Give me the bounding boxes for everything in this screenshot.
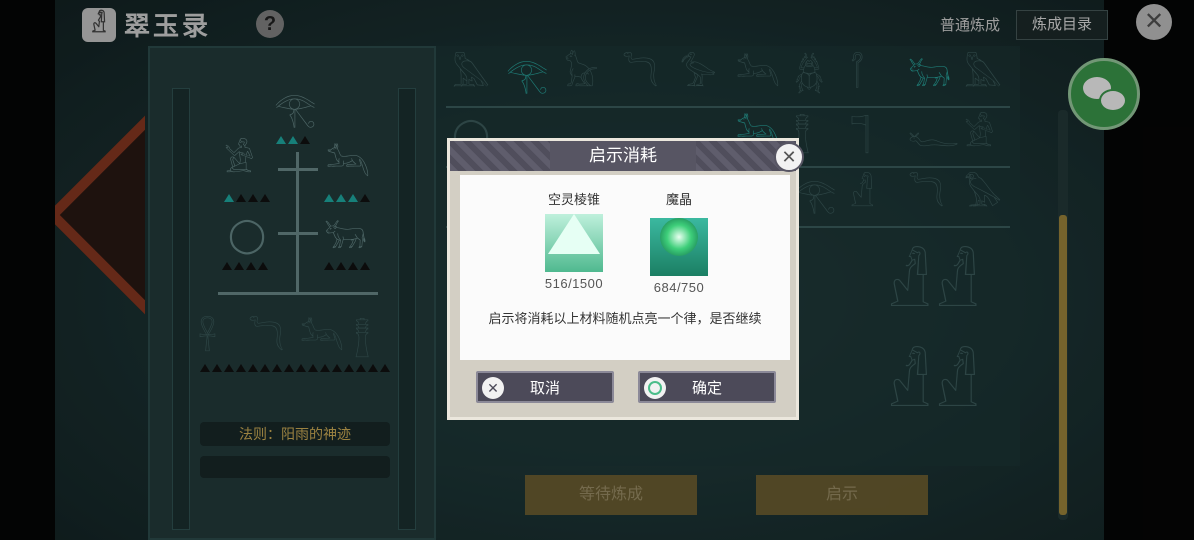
dialog-header: 启示消耗 [450, 141, 796, 171]
dialog-title: 启示消耗 [589, 146, 657, 165]
cost-dialog: 启示消耗 ✕ 空灵棱锥 516/1500 魔晶 684/750 启示将消耗以上材… [447, 138, 804, 420]
material-item: 空灵棱锥 516/1500 [534, 189, 614, 291]
cancel-label: 取消 [529, 380, 560, 397]
material-count: 516/1500 [544, 276, 604, 291]
header-pattern [450, 141, 550, 171]
dialog-close-icon[interactable]: ✕ [774, 142, 804, 172]
cancel-x-icon: ✕ [482, 377, 504, 399]
confirm-circle-icon [644, 377, 666, 399]
cancel-button[interactable]: ✕ 取消 [476, 371, 614, 403]
material-count: 684/750 [653, 280, 705, 295]
confirm-label: 确定 [691, 380, 722, 397]
dialog-message: 启示将消耗以上材料随机点亮一个律，是否继续 [488, 311, 762, 326]
material-name: 空灵棱锥 [547, 192, 600, 207]
material-item: 魔晶 684/750 [639, 189, 719, 295]
dialog-body: 空灵棱锥 516/1500 魔晶 684/750 启示将消耗以上材料随机点亮一个… [460, 175, 790, 360]
confirm-button[interactable]: 确定 [638, 371, 776, 403]
material-name: 魔晶 [665, 192, 692, 207]
pyramid-eye-icon[interactable] [545, 214, 603, 272]
green-crystal-icon[interactable] [650, 218, 708, 276]
